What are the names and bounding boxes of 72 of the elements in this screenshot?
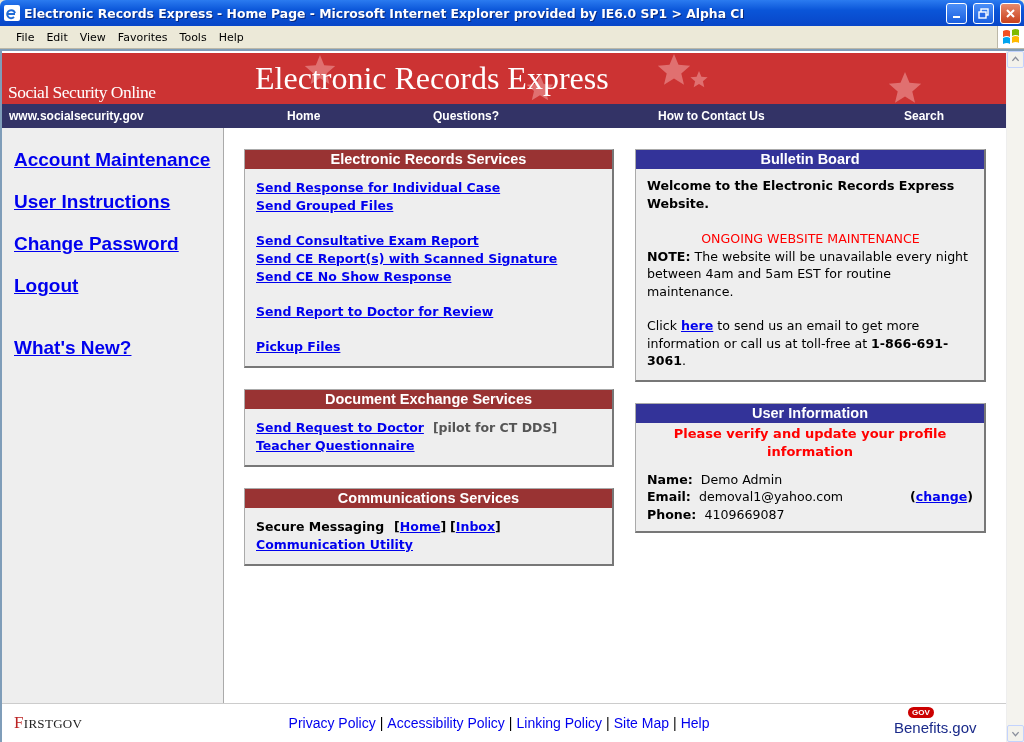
link[interactable]: Send Response for Individual Case — [256, 179, 501, 197]
separator: | — [379, 715, 384, 731]
nav-link[interactable]: Home — [280, 109, 426, 123]
window-title: Electronic Records Express - Home Page - Microsoft Internet Explorer provided by IE6.0 SP1 > Alpha CI — [24, 5, 746, 21]
menu-item[interactable]: Edit — [40, 28, 74, 46]
menu-item[interactable]: File — [10, 28, 41, 46]
panel-header: User Information — [636, 403, 984, 423]
link[interactable]: Send Report to Doctor for Review — [256, 303, 494, 321]
field-label: Email: — [647, 488, 691, 506]
link[interactable]: Inbox — [455, 519, 495, 534]
nav-link[interactable]: How to Contact Us — [651, 109, 897, 123]
banner-title: Electronic Records Express — [255, 60, 609, 97]
link[interactable]: Send Request to Doctor — [256, 419, 424, 437]
maintenance-note: NOTE: The website will be unavailable every night between 4am and 5am EST for routine maintenance. — [647, 247, 970, 300]
firstgov-logo: FIRSTGOV — [14, 713, 84, 733]
footer-link[interactable]: Site Map — [613, 715, 669, 731]
link[interactable]: Home — [399, 519, 441, 534]
nav-link[interactable]: Questions? — [426, 109, 651, 123]
field-value: 4109669087 — [704, 505, 785, 523]
menu-item[interactable]: Favorites — [111, 28, 174, 46]
panel-header: Communications Services — [245, 489, 612, 508]
site-name: Social Security Online — [8, 82, 156, 103]
link[interactable]: Send Grouped Files — [256, 197, 394, 215]
close-button[interactable] — [1000, 2, 1021, 24]
restore-button[interactable] — [973, 2, 994, 24]
close-icon — [1005, 7, 1016, 19]
maintenance-heading: ONGOING WEBSITE MAINTENANCE — [700, 230, 921, 248]
site-url: www.socialsecurity.gov — [8, 109, 145, 123]
link[interactable]: Send CE Report(s) with Scanned Signature — [256, 250, 558, 268]
panel-header: Bulletin Board — [636, 150, 984, 169]
field-label: Phone: — [647, 505, 697, 523]
separator: | — [673, 715, 677, 731]
secure-messaging-label: Secure Messaging — [256, 518, 385, 536]
sidebar-link[interactable]: Account Maintenance — [14, 148, 223, 171]
change-link[interactable]: change — [915, 489, 968, 504]
menu-item[interactable]: View — [73, 28, 112, 46]
benefits-logo: GOV Benefits.gov — [894, 709, 978, 737]
panel: User Information Please verify and update your profile information Name: Demo Admin Email: demoval1@yahoo.com (change) Phone: 4109669087 — [635, 402, 986, 533]
footer-link[interactable]: Privacy Policy — [288, 715, 376, 731]
link[interactable]: Communication Utility — [256, 536, 413, 554]
note: [pilot for CT DDS] — [432, 419, 558, 437]
sidebar-link[interactable]: User Instructions — [14, 190, 223, 213]
field-label: Name: — [647, 470, 693, 488]
sidebar-link[interactable]: Logout — [14, 274, 223, 297]
link[interactable]: Teacher Questionnaire — [256, 437, 415, 455]
link[interactable]: Send CE No Show Response — [256, 268, 452, 286]
footer-link[interactable]: Accessibility Policy — [387, 715, 505, 731]
welcome-text: Welcome to the Electronic Records Express Website. — [647, 177, 956, 212]
field-value: Demo Admin — [700, 470, 783, 488]
browser-icon — [4, 5, 20, 21]
link[interactable]: Pickup Files — [256, 338, 341, 356]
windows-logo-icon — [1002, 29, 1020, 45]
footer-link[interactable]: Help — [680, 715, 710, 731]
contact-text: Click here to send us an email to get more information or call us at toll-free at 1-866-691-3061. — [647, 317, 950, 370]
minimize-button[interactable] — [946, 2, 967, 24]
separator: | — [606, 715, 610, 731]
menu-item[interactable]: Tools — [173, 28, 213, 46]
sidebar-link[interactable]: What's New? — [14, 336, 223, 359]
sidebar-link[interactable]: Change Password — [14, 232, 223, 255]
profile-notice: Please verify and update your profile information — [672, 424, 948, 461]
footer-link[interactable]: Linking Policy — [516, 715, 603, 731]
email-link[interactable]: here — [681, 318, 714, 333]
link[interactable]: Send Consultative Exam Report — [256, 232, 479, 250]
minimize-icon — [953, 15, 960, 18]
menu-item[interactable]: Help — [212, 28, 250, 46]
separator: | — [508, 715, 513, 731]
panel: Communications Services Secure Messaging [Home] [Inbox] Communication Utility — [244, 488, 614, 566]
nav-link[interactable]: Search — [897, 109, 1006, 123]
restore-icon — [978, 7, 989, 19]
field-value: demoval1@yahoo.com — [698, 488, 844, 506]
panel-header: Electronic Records Services — [245, 150, 612, 169]
panel-header: Document Exchange Services — [245, 390, 612, 409]
